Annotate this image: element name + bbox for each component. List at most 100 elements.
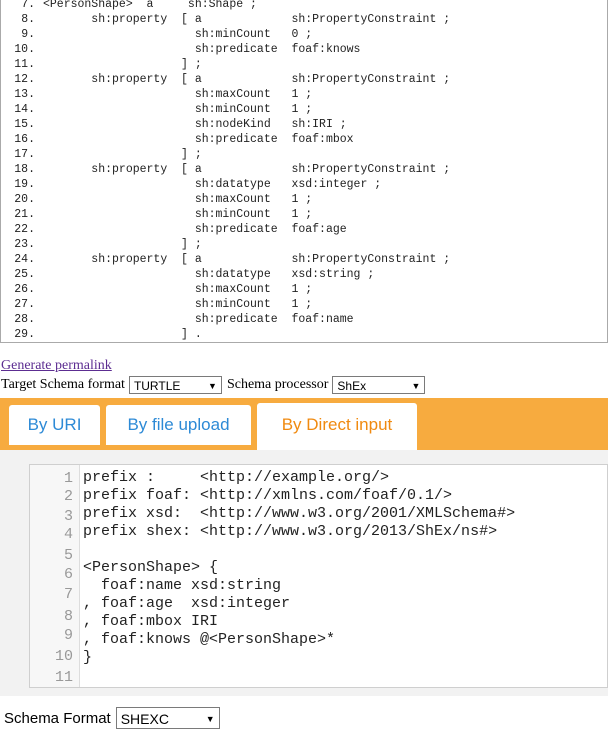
editor-line-number: 5 xyxy=(63,547,73,564)
output-line-code: ] ; xyxy=(43,238,202,251)
generate-permalink-link[interactable]: Generate permalink xyxy=(1,358,112,374)
chevron-down-icon: ▼ xyxy=(411,381,421,391)
editor-code-line: } xyxy=(83,649,93,666)
editor-code-line: prefix foaf: <http://xmlns.com/foaf/0.1/… xyxy=(83,487,453,504)
editor-code-line: , foaf:age xsd:integer xyxy=(83,595,291,612)
output-line-code: ] ; xyxy=(43,148,202,161)
output-line: 18. sh:property [ a sh:PropertyConstrain… xyxy=(1,162,450,177)
editor-code-line: , foaf:knows @<PersonShape>* xyxy=(83,631,336,648)
output-line: 13. sh:maxCount 1 ; xyxy=(1,87,312,102)
processor-value: ShEx xyxy=(337,379,367,393)
output-line: 26. sh:maxCount 1 ; xyxy=(1,282,312,297)
output-line: 24. sh:property [ a sh:PropertyConstrain… xyxy=(1,252,450,267)
output-line-code: sh:maxCount 1 ; xyxy=(43,283,313,296)
output-line-number: 20. xyxy=(14,193,35,206)
output-line: 29. ] . xyxy=(1,327,202,342)
output-line-number: 17. xyxy=(14,148,35,161)
output-line: 14. sh:minCount 1 ; xyxy=(1,102,312,117)
output-line-number: 11. xyxy=(14,58,35,71)
output-line: 20. sh:maxCount 1 ; xyxy=(1,192,312,207)
output-line-code: sh:predicate foaf:knows xyxy=(43,43,361,56)
output-line-code: sh:minCount 0 ; xyxy=(43,28,313,41)
processor-label: Schema processor xyxy=(226,377,329,392)
output-line-code: <PersonShape> a sh:Shape ; xyxy=(43,0,257,11)
editor-line-number: 4 xyxy=(63,526,73,543)
output-line-number: 16. xyxy=(14,133,35,146)
tab-by-file-upload[interactable]: By file upload xyxy=(106,405,251,445)
tab-by-direct-input[interactable]: By Direct input xyxy=(257,403,417,450)
output-line-number: 9. xyxy=(21,28,35,41)
output-line: 23. ] ; xyxy=(1,237,202,252)
editor-line-number: 2 xyxy=(63,488,73,505)
output-line: 19. sh:datatype xsd:integer ; xyxy=(1,177,381,192)
editor-code-line: <PersonShape> { xyxy=(83,559,219,576)
output-line-number: 8. xyxy=(21,13,35,26)
output-line-code: sh:property [ a sh:PropertyConstraint ; xyxy=(43,163,451,176)
editor-line-number: 3 xyxy=(63,508,73,525)
editor-code-line: prefix : <http://example.org/> xyxy=(83,469,390,486)
output-line-number: 26. xyxy=(14,283,35,296)
target-format-value: TURTLE xyxy=(133,379,181,393)
output-line-code: sh:predicate foaf:age xyxy=(43,223,347,236)
output-line: 15. sh:nodeKind sh:IRI ; xyxy=(1,117,347,132)
target-format-select[interactable]: TURTLE ▼ xyxy=(128,376,222,394)
editor-line-number: 1 xyxy=(63,470,73,487)
output-line-number: 27. xyxy=(14,298,35,311)
output-line-number: 23. xyxy=(14,238,35,251)
output-line-number: 21. xyxy=(14,208,35,221)
output-line-code: sh:nodeKind sh:IRI ; xyxy=(43,118,347,131)
output-line-number: 7. xyxy=(21,0,35,11)
output-line-number: 29. xyxy=(14,328,35,341)
output-line-number: 10. xyxy=(14,43,35,56)
output-line-number: 25. xyxy=(14,268,35,281)
output-line-code: ] . xyxy=(43,328,202,341)
output-line-number: 13. xyxy=(14,88,35,101)
processor-select[interactable]: ShEx ▼ xyxy=(332,376,426,394)
output-line-number: 15. xyxy=(14,118,35,131)
schema-format-select[interactable]: SHEXC ▼ xyxy=(115,707,220,729)
output-line: 9. sh:minCount 0 ; xyxy=(1,27,312,42)
editor-line-number: 9 xyxy=(63,627,73,644)
output-line-code: sh:predicate foaf:mbox xyxy=(43,133,354,146)
output-line-number: 22. xyxy=(14,223,35,236)
output-line: 16. sh:predicate foaf:mbox xyxy=(1,132,354,147)
editor-code-line: , foaf:mbox IRI xyxy=(83,613,219,630)
output-line: 7. <PersonShape> a sh:Shape ; xyxy=(1,0,257,12)
editor-line-number: 10 xyxy=(54,648,73,665)
output-line-code: sh:datatype xsd:string ; xyxy=(43,268,375,281)
schema-format-value: SHEXC xyxy=(120,711,169,727)
chevron-down-icon: ▼ xyxy=(205,714,215,724)
input-tabs: By URI By file upload By Direct input xyxy=(0,398,608,450)
output-line: 17. ] ; xyxy=(1,147,202,162)
output-line: 12. sh:property [ a sh:PropertyConstrain… xyxy=(1,72,450,87)
output-line: 27. sh:minCount 1 ; xyxy=(1,297,312,312)
output-line-number: 18. xyxy=(14,163,35,176)
output-line-code: sh:datatype xsd:integer ; xyxy=(43,178,382,191)
format-row: Target Schema format TURTLE ▼ Schema pro… xyxy=(1,375,426,395)
schema-format-row: Schema Format SHEXC ▼ xyxy=(4,707,220,729)
editor-line-number: 7 xyxy=(63,586,73,603)
output-line-code: sh:minCount 1 ; xyxy=(43,103,313,116)
output-line: 28. sh:predicate foaf:name xyxy=(1,312,353,327)
schema-editor[interactable]: 1 2 3 4 5 6 7 8 9 10 11 prefix : <http://example.or… xyxy=(29,464,608,688)
output-line-code: sh:property [ a sh:PropertyConstraint ; xyxy=(43,73,451,86)
output-line-code: sh:property [ a sh:PropertyConstraint ; xyxy=(43,253,451,266)
output-line: 25. sh:datatype xsd:string ; xyxy=(1,267,374,282)
output-line-code: sh:maxCount 1 ; xyxy=(43,193,313,206)
editor-line-number: 8 xyxy=(63,608,73,625)
output-line: 21. sh:minCount 1 ; xyxy=(1,207,312,222)
output-panel: 7. <PersonShape> a sh:Shape ; 8. sh:proper… xyxy=(0,0,608,343)
tab-by-uri[interactable]: By URI xyxy=(9,405,100,445)
schema-format-label: Schema Format xyxy=(4,709,111,727)
output-line: 22. sh:predicate foaf:age xyxy=(1,222,347,237)
chevron-down-icon: ▼ xyxy=(208,381,217,391)
editor-line-number: 11 xyxy=(54,669,73,686)
output-line-number: 12. xyxy=(14,73,35,86)
output-line-code: ] ; xyxy=(43,58,202,71)
output-line-code: sh:property [ a sh:PropertyConstraint ; xyxy=(43,13,451,26)
editor-line-number: 6 xyxy=(63,566,73,583)
output-line-code: sh:maxCount 1 ; xyxy=(43,88,313,101)
output-line-number: 14. xyxy=(14,103,35,116)
output-line-number: 24. xyxy=(14,253,35,266)
output-line: 10. sh:predicate foaf:knows xyxy=(1,42,360,57)
